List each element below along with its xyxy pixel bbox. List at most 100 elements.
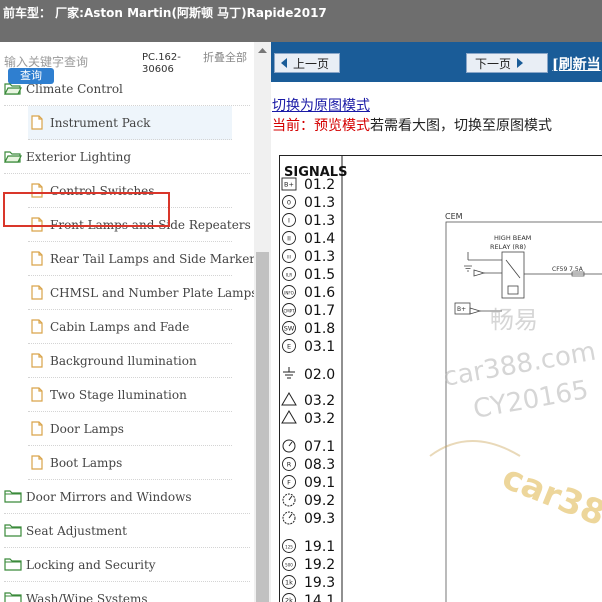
svg-text:F: F <box>287 479 291 487</box>
tree-item-instrument-pack[interactable]: Instrument Pack <box>28 106 232 140</box>
signal-symbol-icon <box>281 392 297 406</box>
signal-symbol-icon: F <box>282 475 296 489</box>
page-navbar: 上一页 下一页 [刷新当 <box>271 42 602 82</box>
document-icon <box>31 353 43 368</box>
svg-text:III: III <box>287 255 291 260</box>
left-scrollbar[interactable] <box>254 42 271 602</box>
signal-code: 01.5 <box>304 267 335 283</box>
svg-text:I: I <box>288 217 290 225</box>
mode-status-line: 当前：预览模式若需看大图，切换至原图模式 <box>272 115 552 135</box>
tree-item-two-stage-illumination[interactable]: Two Stage llumination <box>28 378 232 412</box>
tree-item-label: Cabin Lamps and Fade <box>50 319 190 334</box>
tree-item-exterior-lighting[interactable]: Exterior Lighting <box>4 140 250 174</box>
wiring-diagram-canvas: SIGNALS B+ 01.20 01.3I 01.3II 01.4III 01.3ILR… <box>281 156 602 602</box>
mode-status-hint: 若需看大图，切换至原图模式 <box>370 118 552 134</box>
svg-text:0: 0 <box>287 199 291 207</box>
cem-label: CEM <box>445 212 463 221</box>
svg-text:2k: 2k <box>285 597 293 602</box>
signal-symbol-icon: SW <box>282 321 296 335</box>
tree-item-climate-control[interactable]: Climate Control <box>4 72 250 106</box>
signal-code: 09.2 <box>304 493 335 509</box>
folder-open-icon <box>4 151 22 163</box>
relay-label-1: HIGH BEAM <box>494 234 531 242</box>
folder-closed-icon <box>4 558 22 571</box>
signal-code: 09.3 <box>304 511 335 527</box>
tree-item-chmsl[interactable]: CHMSL and Number Plate Lamps <box>28 276 257 310</box>
next-page-button[interactable]: 下一页 <box>466 53 548 73</box>
signal-code: 14.1 <box>304 593 335 602</box>
collapse-all-link[interactable]: 折叠全部 <box>203 52 247 64</box>
tree-item-background-illumination[interactable]: Background llumination <box>28 344 232 378</box>
document-icon <box>31 251 43 266</box>
content-panel: 上一页 下一页 [刷新当 切换为原图模式 当前：预览模式若需看大图，切换至原图模… <box>271 42 602 602</box>
document-icon <box>31 421 43 436</box>
scroll-thumb[interactable] <box>256 252 269 602</box>
next-page-label: 下一页 <box>475 56 512 71</box>
prev-page-label: 上一页 <box>293 56 330 71</box>
folder-closed-icon <box>4 490 22 503</box>
signal-code: 01.3 <box>304 213 335 229</box>
signal-code: 01.7 <box>304 303 335 319</box>
signal-symbol-icon: 125 <box>282 539 296 553</box>
tree-item-label: CHMSL and Number Plate Lamps <box>50 285 258 300</box>
signal-symbol-icon: 0 <box>282 195 296 209</box>
signal-code: 08.3 <box>304 457 335 473</box>
switch-original-mode-link[interactable]: 切换为原图模式 <box>272 95 370 115</box>
tree-item-label: Climate Control <box>26 81 123 96</box>
tree-item-locking-security[interactable]: Locking and Security <box>4 548 250 582</box>
signal-code: 02.0 <box>304 367 335 383</box>
signal-symbol-icon: CMPT <box>282 303 296 317</box>
signal-code: 01.2 <box>304 177 335 193</box>
refresh-link[interactable]: [刷新当 <box>552 54 601 74</box>
tree-item-label: Wash/Wipe Systems <box>26 591 148 602</box>
tree-item-label: Locking and Security <box>26 557 156 572</box>
signal-symbol-icon: INFO <box>282 285 296 299</box>
svg-text:CMPT: CMPT <box>283 309 295 314</box>
signal-symbol-icon: 2k <box>282 593 296 602</box>
svg-text:500: 500 <box>285 563 293 568</box>
svg-text:E: E <box>287 343 291 351</box>
svg-text:ILR: ILR <box>286 273 292 278</box>
tree-item-wash-wipe[interactable]: Wash/Wipe Systems <box>4 582 250 602</box>
tree-item-boot-lamps[interactable]: Boot Lamps <box>28 446 232 480</box>
tree-item-cabin-lamps[interactable]: Cabin Lamps and Fade <box>28 310 232 344</box>
tree-item-door-lamps[interactable]: Door Lamps <box>28 412 232 446</box>
vehicle-title: 前车型： 厂家:Aston Martin(阿斯顿 马丁)Rapide2017 <box>3 6 327 20</box>
arrow-left-icon <box>281 58 287 68</box>
signal-code: 01.8 <box>304 321 335 337</box>
arrow-right-icon <box>517 58 524 68</box>
tree-item-rear-tail-lamps[interactable]: Rear Tail Lamps and Side Markers <box>28 242 261 276</box>
signal-symbol-icon <box>283 367 295 379</box>
folder-closed-icon <box>4 524 22 537</box>
signal-code: 09.1 <box>304 475 335 491</box>
svg-text:R: R <box>287 461 292 469</box>
signal-code: 19.2 <box>304 557 335 573</box>
svg-text:SW: SW <box>284 325 295 333</box>
signal-code: 03.2 <box>304 411 335 427</box>
bplus-label: B+ <box>457 306 466 313</box>
tree-item-label: Two Stage llumination <box>50 387 187 402</box>
signal-symbol-icon: 500 <box>282 557 296 571</box>
document-icon <box>31 285 43 300</box>
prev-page-button[interactable]: 上一页 <box>274 53 340 73</box>
tree-item-seat-adjustment[interactable]: Seat Adjustment <box>4 514 250 548</box>
tree-item-label: Rear Tail Lamps and Side Markers <box>50 251 262 266</box>
svg-text:B+: B+ <box>284 181 294 189</box>
tree-item-door-mirrors[interactable]: Door Mirrors and Windows <box>4 480 250 514</box>
tree-item-label: Door Lamps <box>50 421 124 436</box>
document-icon <box>31 387 43 402</box>
top-bar: 前车型： 厂家:Aston Martin(阿斯顿 马丁)Rapide2017 <box>0 0 602 42</box>
signal-code: 01.3 <box>304 195 335 211</box>
svg-text:1k: 1k <box>285 579 293 587</box>
svg-text:125: 125 <box>285 545 293 550</box>
signal-symbol-icon: 1k <box>282 575 296 589</box>
signal-code: 03.2 <box>304 393 335 409</box>
scroll-up-arrow-icon[interactable] <box>257 46 268 54</box>
watermark-1: 畅易 <box>490 306 538 334</box>
signal-code: 19.3 <box>304 575 335 591</box>
selection-highlight-box <box>3 192 170 227</box>
signal-code: 03.1 <box>304 339 335 355</box>
signal-code: 01.6 <box>304 285 335 301</box>
high-beam-relay <box>501 251 525 299</box>
svg-text:INFO: INFO <box>284 291 294 296</box>
